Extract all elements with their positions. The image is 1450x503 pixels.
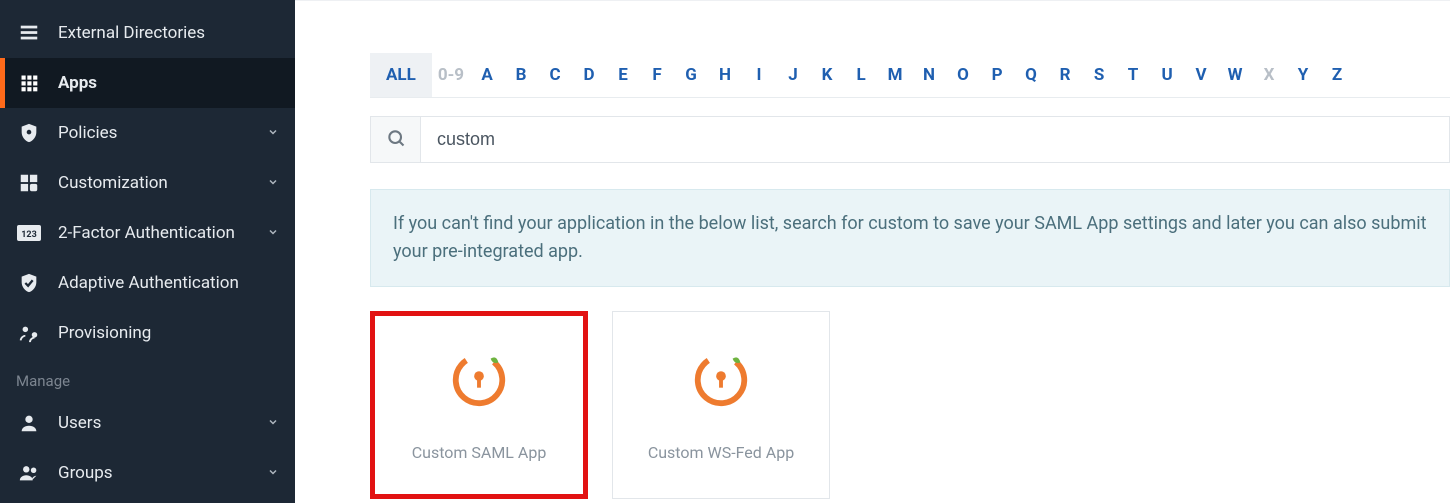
- alpha-tab-i[interactable]: I: [742, 53, 776, 97]
- alpha-tab-0-9: 0-9: [432, 53, 470, 97]
- sidebar-item-provisioning[interactable]: Provisioning: [0, 308, 295, 358]
- app-cards: Custom SAML App Custom WS-Fed App: [370, 311, 1450, 499]
- sidebar-item-label: Provisioning: [58, 323, 151, 343]
- info-banner: If you can't find your application in th…: [370, 189, 1450, 287]
- app-card-label: Custom SAML App: [412, 443, 547, 462]
- sidebar-item-label: Adaptive Authentication: [58, 273, 239, 293]
- alpha-tab-v[interactable]: V: [1184, 53, 1218, 97]
- alpha-tab-e[interactable]: E: [606, 53, 640, 97]
- users-icon: [16, 460, 42, 486]
- alpha-tab-l[interactable]: L: [844, 53, 878, 97]
- sidebar-item-adaptive-auth[interactable]: Adaptive Authentication: [0, 258, 295, 308]
- alpha-tab-t[interactable]: T: [1116, 53, 1150, 97]
- alpha-tab-r[interactable]: R: [1048, 53, 1082, 97]
- sidebar-item-label: Groups: [58, 463, 113, 483]
- alpha-tab-q[interactable]: Q: [1014, 53, 1048, 97]
- alpha-filter-bar: ALL0-9ABCDEFGHIJKLMNOPQRSTUVWXYZ: [370, 53, 1450, 98]
- alpha-tab-y[interactable]: Y: [1286, 53, 1320, 97]
- alpha-tab-k[interactable]: K: [810, 53, 844, 97]
- alpha-tab-b[interactable]: B: [504, 53, 538, 97]
- shield-check-icon: [16, 270, 42, 296]
- puzzle-icon: [16, 170, 42, 196]
- sidebar: External Directories Apps Policies Custo…: [0, 0, 295, 503]
- alpha-tab-u[interactable]: U: [1150, 53, 1184, 97]
- shield-gear-icon: [16, 120, 42, 146]
- alpha-tab-all[interactable]: ALL: [370, 53, 432, 97]
- app-card-label: Custom WS-Fed App: [648, 443, 794, 462]
- user-icon: [16, 410, 42, 436]
- chevron-down-icon: [267, 413, 279, 433]
- alpha-tab-c[interactable]: C: [538, 53, 572, 97]
- chevron-down-icon: [267, 223, 279, 243]
- alpha-tab-g[interactable]: G: [674, 53, 708, 97]
- search-row: [370, 116, 1450, 163]
- main-content: ALL0-9ABCDEFGHIJKLMNOPQRSTUVWXYZ If you …: [295, 0, 1450, 503]
- alpha-tab-m[interactable]: M: [878, 53, 912, 97]
- alpha-tab-p[interactable]: P: [980, 53, 1014, 97]
- alpha-tab-h[interactable]: H: [708, 53, 742, 97]
- search-button[interactable]: [371, 117, 421, 162]
- app-logo-icon: [690, 347, 752, 413]
- alpha-tab-f[interactable]: F: [640, 53, 674, 97]
- sidebar-item-external-directories[interactable]: External Directories: [0, 8, 295, 58]
- app-logo-icon: [448, 347, 510, 413]
- sidebar-item-2fa[interactable]: 123 2-Factor Authentication: [0, 208, 295, 258]
- stack-icon: [16, 20, 42, 46]
- grid-icon: [16, 70, 42, 96]
- badge-123-icon: 123: [16, 220, 42, 246]
- sidebar-item-label: 2-Factor Authentication: [58, 223, 235, 243]
- alpha-tab-a[interactable]: A: [470, 53, 504, 97]
- sidebar-item-apps[interactable]: Apps: [0, 58, 295, 108]
- alpha-tab-n[interactable]: N: [912, 53, 946, 97]
- svg-text:123: 123: [21, 230, 37, 240]
- sidebar-item-groups[interactable]: Groups: [0, 448, 295, 498]
- alpha-tab-j[interactable]: J: [776, 53, 810, 97]
- sidebar-section-label: Manage: [0, 358, 295, 398]
- sidebar-item-customization[interactable]: Customization: [0, 158, 295, 208]
- sidebar-item-policies[interactable]: Policies: [0, 108, 295, 158]
- sidebar-item-label: External Directories: [58, 23, 205, 43]
- alpha-tab-o[interactable]: O: [946, 53, 980, 97]
- chevron-down-icon: [267, 173, 279, 193]
- people-cycle-icon: [16, 320, 42, 346]
- search-input[interactable]: [421, 117, 1449, 162]
- chevron-down-icon: [267, 463, 279, 483]
- sidebar-item-label: Users: [58, 413, 101, 433]
- alpha-tab-x: X: [1252, 53, 1286, 97]
- app-card-custom-ws-fed-app[interactable]: Custom WS-Fed App: [612, 311, 830, 499]
- sidebar-item-label: Apps: [58, 73, 97, 93]
- alpha-tab-w[interactable]: W: [1218, 53, 1252, 97]
- chevron-down-icon: [267, 123, 279, 143]
- sidebar-item-label: Customization: [58, 173, 168, 193]
- sidebar-item-label: Policies: [58, 123, 117, 143]
- app-card-custom-saml-app[interactable]: Custom SAML App: [370, 311, 588, 499]
- alpha-tab-d[interactable]: D: [572, 53, 606, 97]
- sidebar-item-users[interactable]: Users: [0, 398, 295, 448]
- search-icon: [386, 128, 406, 152]
- alpha-tab-s[interactable]: S: [1082, 53, 1116, 97]
- alpha-tab-z[interactable]: Z: [1320, 53, 1354, 97]
